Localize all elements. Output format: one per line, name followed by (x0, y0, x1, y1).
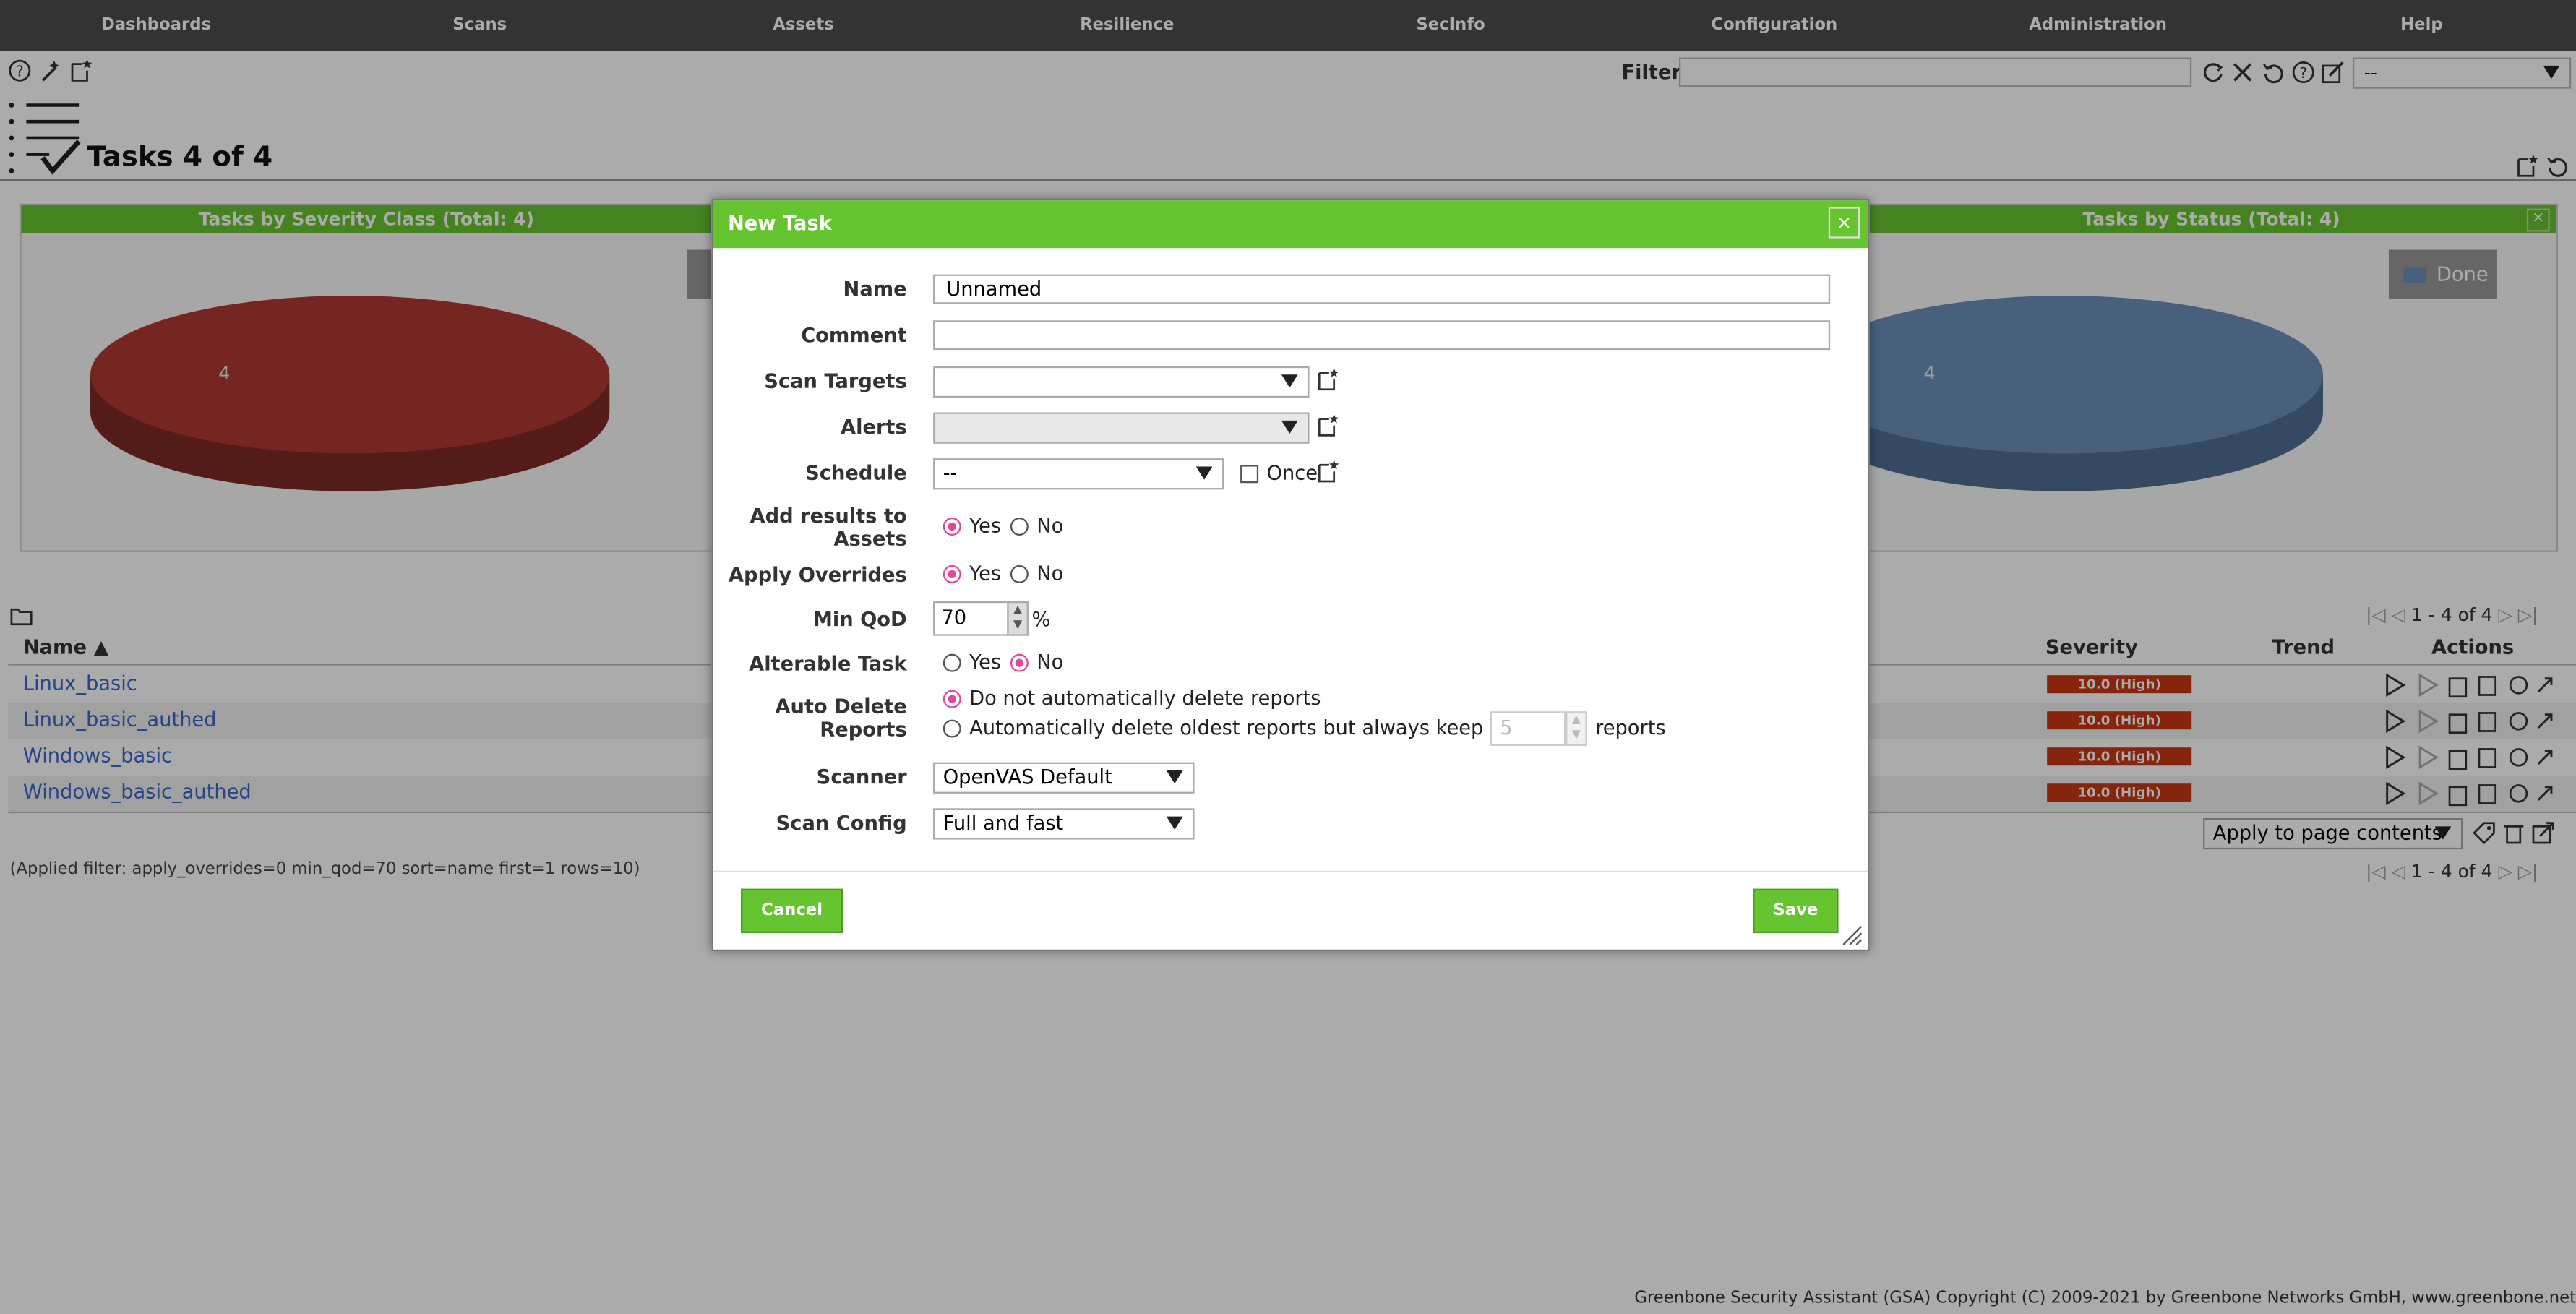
add-results-yes-label: Yes (969, 514, 1002, 538)
scan-config-label: Scan Config (776, 811, 907, 835)
divider (713, 870, 1868, 872)
scanner-select[interactable]: OpenVAS Default (933, 762, 1195, 794)
chevron-down-icon (1166, 816, 1183, 830)
keep-count-unit: reports (1595, 716, 1666, 739)
scan-config-select[interactable]: Full and fast (933, 808, 1195, 840)
apply-overrides-no-radio[interactable] (1010, 564, 1029, 583)
alterable-label: Alterable Task (749, 652, 907, 676)
alterable-yes-label: Yes (969, 650, 1002, 674)
apply-overrides-no-label: No (1036, 562, 1064, 585)
min-qod-input[interactable]: 70 (933, 601, 1009, 636)
scanner-label: Scanner (816, 765, 907, 789)
apply-overrides-yes-radio[interactable] (943, 564, 961, 583)
resize-handle-icon[interactable] (1840, 923, 1863, 946)
auto-delete-no-radio[interactable] (943, 690, 961, 708)
min-qod-label: Min QoD (812, 608, 907, 631)
min-qod-stepper[interactable]: ▲ ▼ (1007, 601, 1029, 636)
dialog-title: New Task (727, 212, 832, 236)
scan-targets-select[interactable] (933, 366, 1310, 398)
auto-delete-keep-radio[interactable] (943, 719, 961, 738)
comment-input[interactable] (933, 320, 1831, 351)
schedule-select[interactable]: -- (933, 458, 1224, 490)
close-icon[interactable]: × (1828, 207, 1860, 239)
apply-overrides-yes-label: Yes (969, 562, 1002, 585)
cancel-button[interactable]: Cancel (741, 888, 843, 934)
auto-delete-label-line2: Reports (820, 718, 907, 742)
add-results-yes-radio[interactable] (943, 517, 961, 536)
alerts-select[interactable] (933, 412, 1310, 444)
new-target-icon[interactable] (1316, 368, 1339, 391)
app-screen: Dashboards Scans Assets Resilience SecIn… (0, 0, 2576, 1314)
chevron-down-icon (1166, 770, 1183, 784)
chevron-down-icon (1281, 374, 1298, 388)
new-task-dialog: New Task × Name Unnamed Comment Scan Tar… (711, 199, 1870, 952)
alterable-no-radio[interactable] (1010, 653, 1029, 672)
chevron-down-icon (1281, 420, 1298, 434)
alterable-no-label: No (1036, 650, 1064, 674)
add-results-no-label: No (1036, 514, 1064, 538)
new-schedule-icon[interactable] (1316, 460, 1339, 483)
auto-delete-label-line1: Auto Delete (775, 695, 907, 718)
min-qod-unit: % (1031, 608, 1051, 631)
alterable-yes-radio[interactable] (943, 653, 961, 672)
dialog-header: New Task × (713, 200, 1868, 249)
apply-overrides-label: Apply Overrides (728, 563, 907, 587)
keep-count-input[interactable]: 5 (1490, 711, 1566, 746)
save-button[interactable]: Save (1753, 888, 1839, 934)
comment-label: Comment (801, 323, 907, 347)
scanner-value: OpenVAS Default (943, 765, 1112, 789)
auto-delete-no-label: Do not automatically delete reports (969, 687, 1321, 710)
once-checkbox[interactable] (1240, 465, 1259, 484)
add-results-no-radio[interactable] (1010, 517, 1029, 536)
chevron-down-icon (1195, 466, 1213, 480)
new-alert-icon[interactable] (1316, 413, 1339, 437)
once-label: Once (1266, 461, 1318, 485)
add-results-label-line1: Add results to (750, 504, 907, 528)
name-label: Name (843, 278, 907, 301)
alerts-label: Alerts (840, 416, 907, 439)
auto-delete-keep-label: Automatically delete oldest reports but … (969, 716, 1561, 739)
scan-targets-label: Scan Targets (764, 369, 907, 393)
add-results-label: Add results to Assets (750, 504, 907, 551)
add-results-label-line2: Assets (833, 527, 907, 551)
schedule-label: Schedule (805, 461, 907, 485)
auto-delete-label: Auto Delete Reports (775, 695, 906, 741)
name-input[interactable]: Unnamed (933, 274, 1831, 304)
schedule-value: -- (943, 461, 958, 485)
keep-count-stepper[interactable]: ▲ ▼ (1566, 711, 1587, 746)
scan-config-value: Full and fast (943, 811, 1064, 835)
